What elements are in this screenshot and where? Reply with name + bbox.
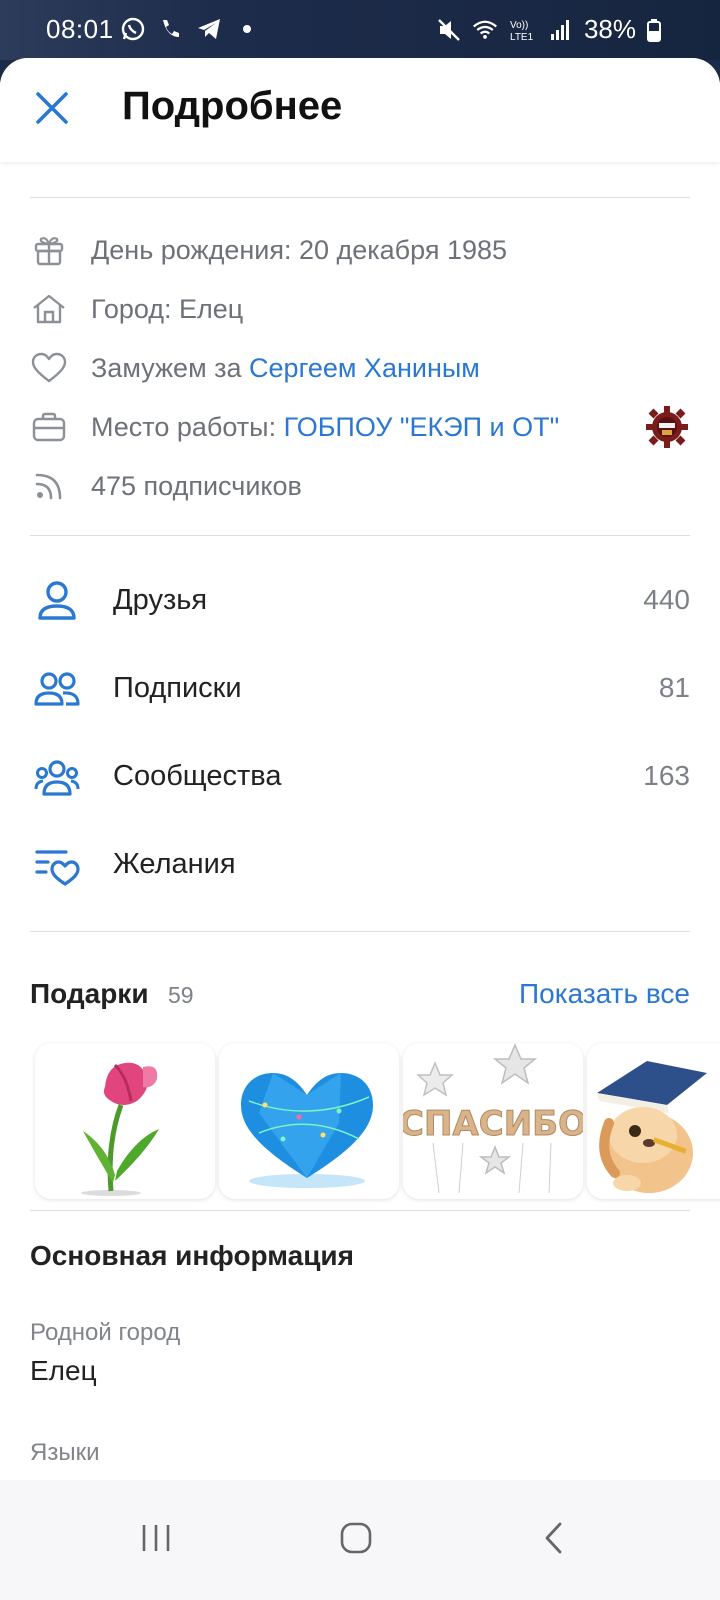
mute-icon	[436, 17, 462, 43]
gift-icon	[30, 231, 68, 269]
community-icon	[34, 760, 80, 796]
work-row: Место работы: ГОБПОУ "ЕКЭП и ОТ"	[0, 405, 720, 449]
status-bar: 08:01 Vo)) LTE1 38%	[0, 0, 720, 60]
balloons-icon: СПАСИБО	[403, 1043, 583, 1194]
back-icon	[545, 1522, 562, 1554]
basic-info-title: Основная информация	[30, 1240, 354, 1271]
rss-icon	[30, 467, 68, 505]
friends-count: 440	[643, 584, 690, 615]
followers-text: 475 подписчиков	[91, 470, 302, 501]
puppy-icon	[597, 1061, 707, 1193]
wishlist-heart-icon	[35, 850, 80, 886]
svg-text:LTE1: LTE1	[510, 32, 534, 43]
wishes-row[interactable]: Желания	[0, 830, 720, 900]
work-prefix: Место работы:	[91, 411, 277, 442]
system-icons: Vo)) LTE1 38%	[436, 14, 662, 45]
divider	[30, 931, 690, 932]
recent-apps-button[interactable]	[131, 1518, 181, 1558]
wishes-label: Желания	[113, 848, 236, 880]
communities-label: Сообщества	[113, 760, 282, 792]
divider	[30, 1210, 690, 1211]
home-icon	[30, 290, 68, 328]
page-title: Подробнее	[122, 84, 343, 128]
wifi-icon	[472, 17, 498, 43]
birthday-text: День рождения: 20 декабря 1985	[91, 234, 508, 265]
hometown-label: Родной город	[30, 1319, 181, 1346]
back-button[interactable]	[529, 1518, 579, 1558]
gift-thanks-balloons[interactable]: СПАСИБО	[403, 1043, 583, 1199]
dot-icon	[234, 16, 260, 42]
two-people-icon	[34, 672, 80, 706]
relationship-text: Замужем за Сергеем Ханиным	[91, 353, 480, 384]
recent-apps-icon	[142, 1525, 170, 1551]
close-button[interactable]	[30, 86, 74, 130]
balloon-text: СПАСИБО	[403, 1104, 583, 1144]
communities-row[interactable]: Сообщества 163	[0, 742, 720, 812]
relationship-prefix: Замужем за	[91, 352, 242, 383]
volte-icon: Vo)) LTE1	[508, 17, 538, 43]
birthday-row: День рождения: 20 декабря 1985	[0, 228, 720, 272]
communities-count: 163	[643, 760, 690, 791]
header: Подробнее	[0, 58, 720, 162]
city-text: Город: Елец	[91, 293, 244, 324]
close-icon	[36, 92, 68, 124]
battery-icon	[646, 17, 662, 43]
status-time: 08:01	[46, 14, 114, 44]
workplace-logo[interactable]	[645, 405, 689, 449]
gifts-count: 59	[168, 982, 194, 1008]
hometown-value: Елец	[30, 1355, 97, 1386]
relationship-row: Замужем за Сергеем Ханиным	[0, 346, 720, 390]
home-circle-icon	[340, 1522, 372, 1554]
person-icon	[38, 581, 76, 620]
heart-icon	[30, 349, 68, 387]
divider	[30, 197, 690, 198]
work-text: Место работы: ГОБПОУ "ЕКЭП и ОТ"	[91, 412, 559, 443]
subscriptions-label: Подписки	[113, 672, 242, 704]
subscriptions-row[interactable]: Подписки 81	[0, 654, 720, 724]
followers-row[interactable]: 475 подписчиков	[0, 464, 720, 508]
city-row: Город: Елец	[0, 287, 720, 331]
home-button[interactable]	[332, 1518, 382, 1558]
workplace-link[interactable]: ГОБПОУ "ЕКЭП и ОТ"	[284, 412, 560, 442]
subscriptions-count: 81	[658, 672, 690, 703]
details-sheet: Подробнее День рождения: 20 декабря 1985…	[0, 58, 720, 1600]
briefcase-icon	[30, 408, 68, 446]
gift-tulip[interactable]	[35, 1043, 215, 1199]
missed-call-icon	[158, 16, 184, 42]
signal-icon	[548, 17, 574, 43]
gifts-title: Подарки	[30, 978, 149, 1009]
friends-label: Друзья	[113, 584, 208, 616]
whatsapp-icon	[120, 16, 146, 42]
spouse-link[interactable]: Сергеем Ханиным	[249, 353, 480, 383]
gift-puppy[interactable]	[587, 1043, 720, 1199]
heart-icon	[241, 1073, 373, 1188]
notification-icons	[120, 16, 260, 42]
system-navigation-bar	[0, 1480, 720, 1600]
show-all-gifts-link[interactable]: Показать все	[519, 978, 690, 1010]
divider	[30, 535, 690, 536]
languages-label: Языки	[30, 1439, 100, 1466]
gift-heart[interactable]	[219, 1043, 399, 1199]
telegram-icon	[196, 16, 222, 42]
battery-percent: 38%	[583, 14, 636, 44]
friends-row[interactable]: Друзья 440	[0, 566, 720, 636]
svg-text:Vo)): Vo))	[510, 20, 528, 31]
tulip-icon	[81, 1062, 159, 1196]
